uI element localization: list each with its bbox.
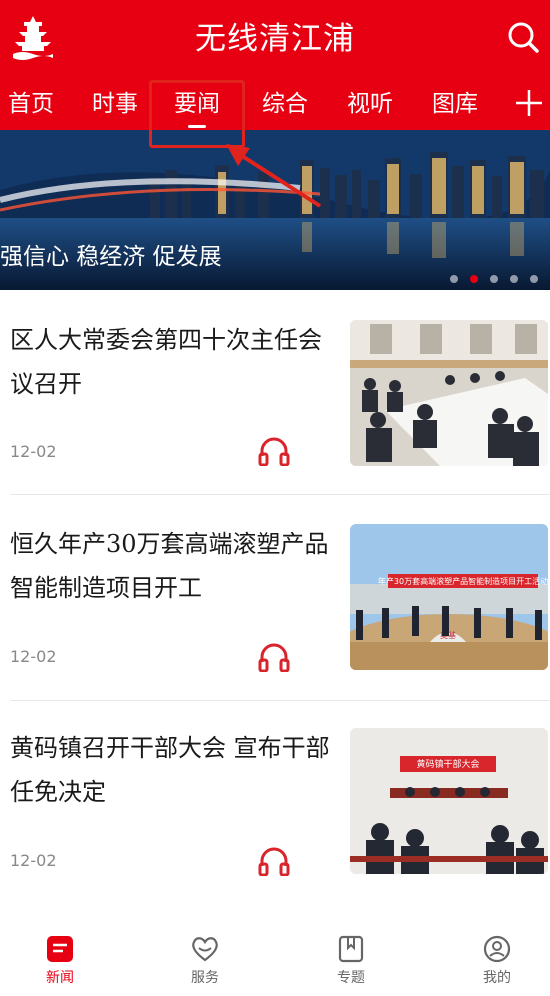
headline-banner[interactable]: 强信心 稳经济 促发展 — [0, 130, 550, 290]
tabbar-label: 专题 — [337, 970, 365, 986]
tabbar-label: 新闻 — [46, 970, 74, 986]
tab-home[interactable]: 首页 — [8, 84, 54, 124]
tab-current-affairs[interactable]: 时事 — [92, 84, 138, 124]
news-date: 12-02 — [10, 442, 57, 461]
annotation-highlight-box — [149, 80, 245, 148]
news-date: 12-02 — [10, 647, 57, 666]
carousel-dot[interactable] — [450, 275, 458, 283]
divider — [10, 494, 550, 495]
news-thumbnail[interactable]: 年产30万套高端滚塑产品智能制造项目开工活动 奠基 — [350, 524, 548, 670]
banner-caption: 强信心 稳经济 促发展 — [0, 244, 222, 270]
carousel-dot[interactable] — [510, 275, 518, 283]
news-title[interactable]: 区人大常委会第四十次主任会议召开 — [10, 318, 335, 406]
project-banner-text: 年产30万套高端滚塑产品智能制造项目开工活动 — [378, 576, 548, 586]
carousel-dot[interactable] — [530, 275, 538, 283]
app-title: 无线清江浦 — [195, 21, 355, 57]
search-icon[interactable] — [506, 20, 540, 54]
tabbar-item-topics[interactable]: 专题 — [311, 934, 391, 987]
carousel-dot-active[interactable] — [470, 275, 478, 283]
news-title[interactable]: 黄码镇召开干部大会 宣布干部任免决定 — [10, 726, 335, 814]
channel-tabs: 首页 时事 要闻 综合 视听 图库 — [0, 80, 550, 130]
carousel-dot[interactable] — [490, 275, 498, 283]
carousel-indicator — [450, 275, 538, 283]
headphones-icon[interactable] — [258, 846, 290, 876]
tabbar-item-news[interactable]: 新闻 — [20, 934, 100, 987]
bookmark-icon — [338, 935, 364, 963]
news-title[interactable]: 恒久年产30万套高端滚塑产品智能制造项目开工 — [10, 522, 335, 610]
news-thumbnail[interactable] — [350, 320, 548, 466]
news-date: 12-02 — [10, 851, 57, 870]
tabbar-item-services[interactable]: 服务 — [165, 934, 245, 987]
bottom-tab-bar: 新闻 服务 专题 我的 — [0, 926, 550, 996]
headphones-icon[interactable] — [258, 436, 290, 466]
news-item[interactable]: 区人大常委会第四十次主任会议召开 12-02 — [0, 318, 550, 522]
user-icon — [483, 935, 511, 963]
news-thumbnail[interactable]: 黄码镇干部大会 — [350, 728, 548, 874]
news-item[interactable]: 黄码镇召开干部大会 宣布干部任免决定 12-02 黄码镇干部大会 — [0, 726, 550, 930]
tabbar-item-me[interactable]: 我的 — [457, 934, 537, 987]
tabbar-label: 我的 — [483, 970, 511, 986]
divider — [10, 700, 550, 701]
tabbar-label: 服务 — [191, 970, 219, 986]
meeting-banner-text: 黄码镇干部大会 — [416, 758, 479, 770]
news-item[interactable]: 恒久年产30万套高端滚塑产品智能制造项目开工 12-02 年产30万套高端滚塑产… — [0, 522, 550, 726]
heart-icon — [192, 937, 218, 962]
tab-general[interactable]: 综合 — [262, 84, 308, 124]
tab-gallery[interactable]: 图库 — [432, 84, 478, 124]
headphones-icon[interactable] — [258, 642, 290, 672]
plus-icon[interactable] — [514, 88, 544, 118]
news-icon — [47, 936, 73, 962]
tab-video-audio[interactable]: 视听 — [347, 84, 393, 124]
